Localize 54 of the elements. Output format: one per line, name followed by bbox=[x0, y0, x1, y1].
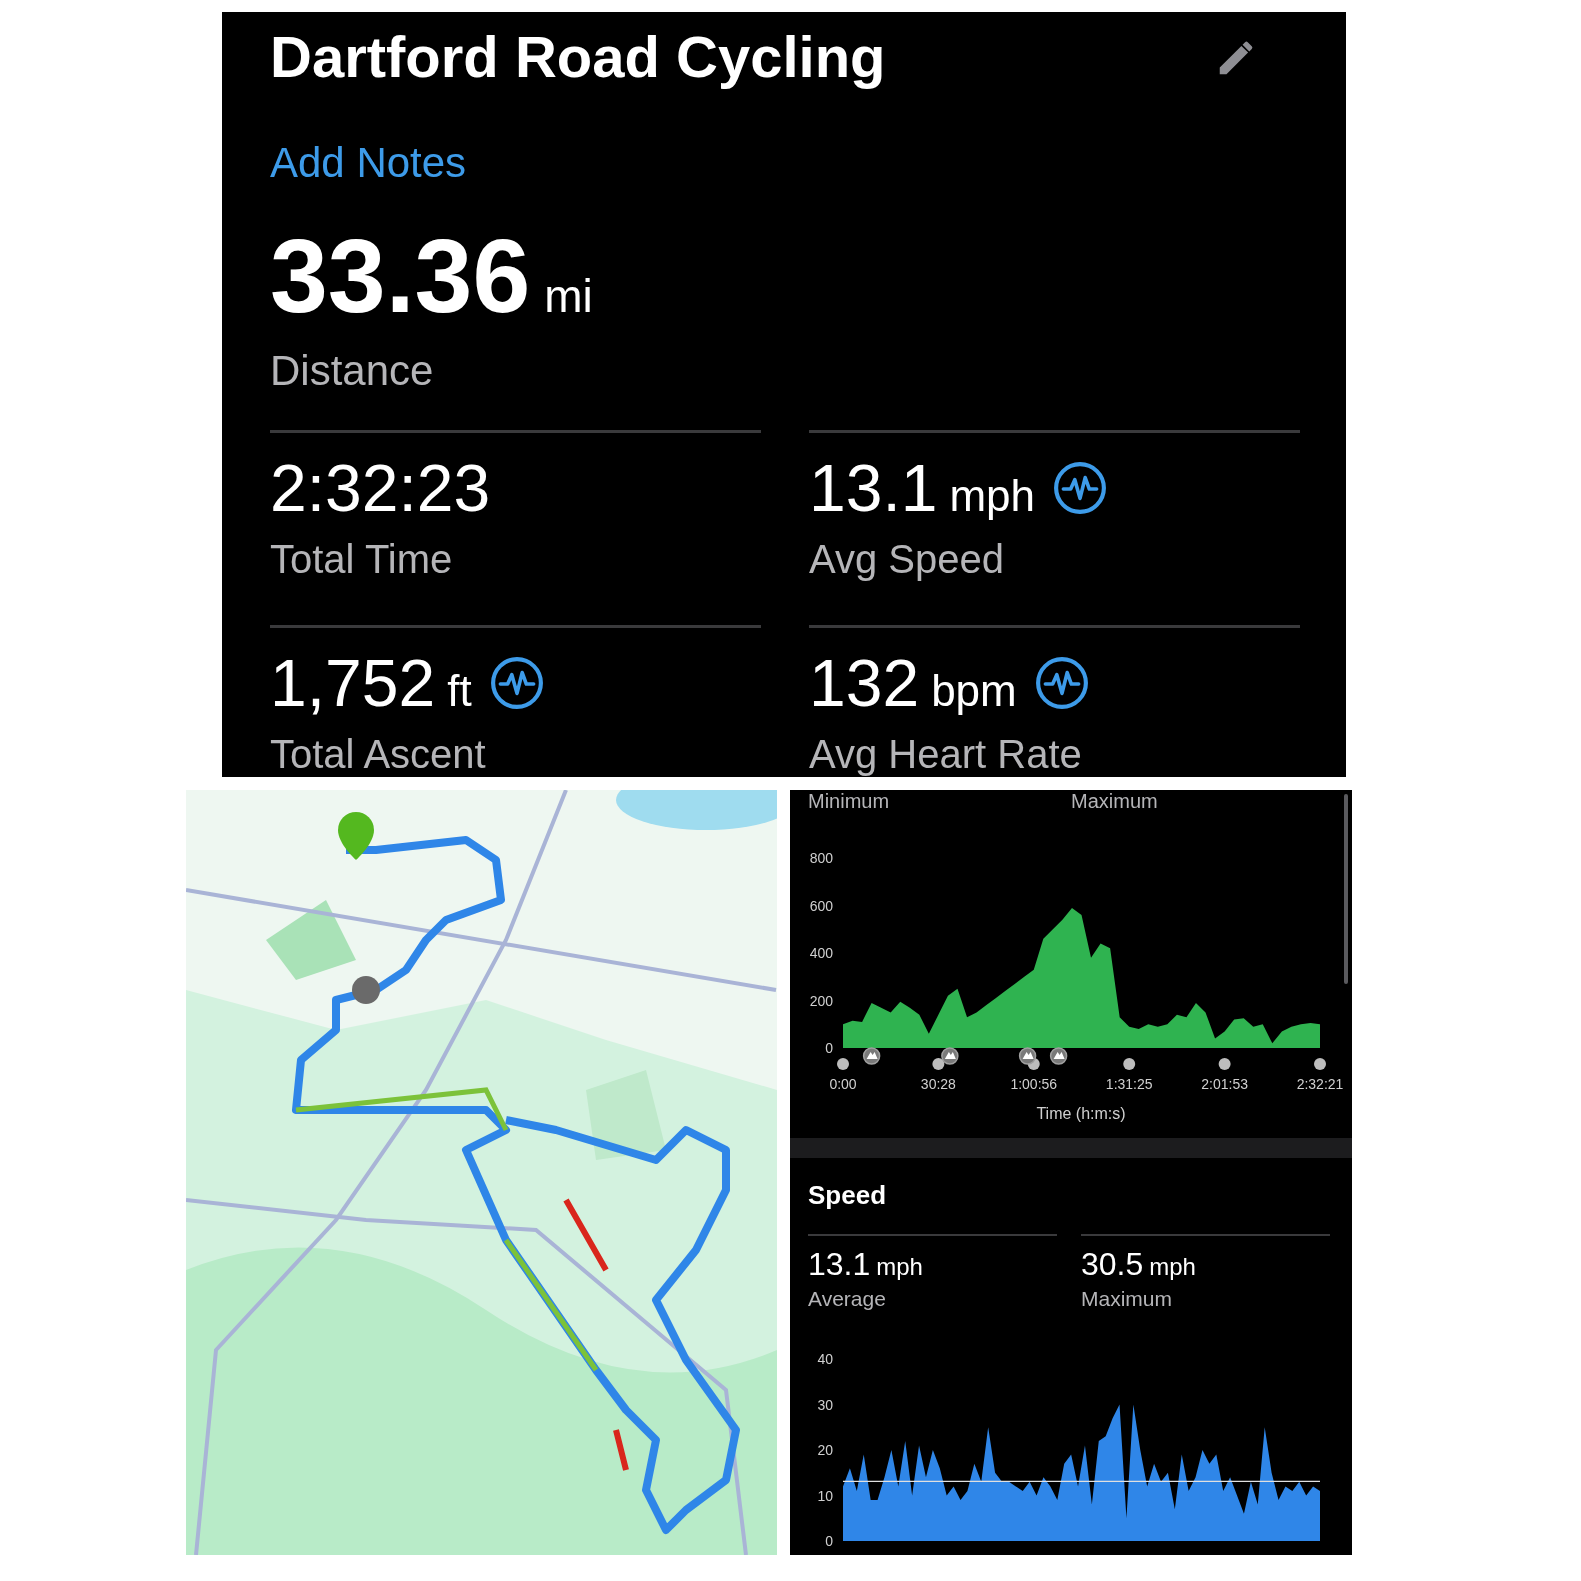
axis-label: 800 bbox=[809, 850, 833, 866]
mountain-icon bbox=[1049, 1047, 1068, 1065]
marker-dot bbox=[837, 1058, 849, 1070]
pulse-icon[interactable] bbox=[1053, 461, 1108, 515]
marker-dot bbox=[1218, 1058, 1231, 1070]
distance-label: Distance bbox=[270, 350, 435, 392]
stat-value: 1,752 bbox=[270, 650, 436, 716]
stat-value: 13.1 bbox=[809, 455, 938, 521]
section-title: Speed bbox=[808, 1182, 888, 1208]
activity-title: Dartford Road Cycling bbox=[270, 23, 886, 91]
stat-label: Total Time bbox=[270, 539, 454, 579]
stat-value: 132 bbox=[809, 650, 920, 716]
pulse-icon[interactable] bbox=[1034, 656, 1089, 710]
stat-label: Average bbox=[808, 1288, 887, 1309]
axis-label: 10 bbox=[817, 1487, 833, 1504]
mountain-icon bbox=[941, 1047, 959, 1065]
distance-unit: mi bbox=[544, 273, 593, 319]
stat-unit: ft bbox=[447, 669, 472, 713]
legend-label: Maximum bbox=[1071, 790, 1159, 814]
axis-title: Time (h:m:s) bbox=[1036, 1105, 1126, 1122]
distance-value: 33.36 bbox=[270, 224, 531, 328]
axis-label: 20 bbox=[817, 1442, 833, 1458]
axis-label: 400 bbox=[809, 945, 833, 961]
axis-label: 1:00:56 bbox=[1010, 1076, 1058, 1092]
stat-value: 30.5 bbox=[1081, 1248, 1144, 1280]
axis-label: 2:01:53 bbox=[1201, 1076, 1248, 1092]
stat-value: 13.1 bbox=[808, 1248, 871, 1280]
marker-dot bbox=[1314, 1058, 1326, 1070]
axis-label: 200 bbox=[809, 992, 833, 1009]
stat-label: Avg Speed bbox=[809, 539, 1005, 579]
stat-unit: mph bbox=[1149, 1255, 1196, 1279]
stat-value: 2:32:23 bbox=[270, 455, 491, 521]
axis-label: 1:31:25 bbox=[1105, 1076, 1153, 1092]
axis-label: 0 bbox=[825, 1040, 833, 1056]
mountain-icon bbox=[1018, 1047, 1037, 1065]
axis-label: 30:28 bbox=[920, 1076, 956, 1092]
legend-label: Minimum bbox=[808, 790, 891, 814]
add-notes-link[interactable]: Add Notes bbox=[270, 142, 467, 184]
stat-unit: mph bbox=[876, 1255, 923, 1279]
axis-label: 0 bbox=[825, 1533, 833, 1549]
axis-label: 0:00 bbox=[829, 1076, 857, 1092]
stat-label: Avg Heart Rate bbox=[809, 734, 1083, 774]
stat-unit: bpm bbox=[931, 669, 1017, 713]
axis-label: 600 bbox=[809, 897, 833, 914]
stat-label: Total Ascent bbox=[270, 734, 487, 774]
axis-label: 40 bbox=[817, 1351, 833, 1367]
axis-label: 30 bbox=[817, 1396, 833, 1413]
axis-label: 2:32:21 bbox=[1296, 1076, 1344, 1092]
marker-dot bbox=[1123, 1058, 1136, 1070]
mountain-icon bbox=[862, 1047, 881, 1065]
marker-dot bbox=[932, 1058, 945, 1070]
stat-unit: mph bbox=[949, 474, 1036, 518]
stat-label: Maximum bbox=[1081, 1288, 1173, 1309]
pulse-icon[interactable] bbox=[489, 656, 544, 710]
